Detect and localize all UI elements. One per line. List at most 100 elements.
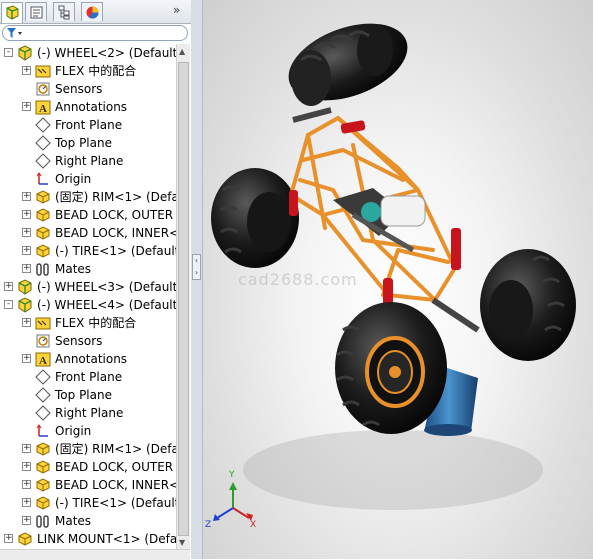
scroll-down-icon[interactable]: ▼ [179,538,185,547]
annotation-icon: A [35,351,51,367]
tree-item[interactable]: - (-) WHEEL<4> (Default< [0,296,176,314]
manager-tabs: » [0,0,191,24]
tree-item[interactable]: + (-) TIRE<1> (Default [0,242,176,260]
part-icon [17,531,33,547]
expand-icon[interactable]: + [22,246,31,255]
tree-item[interactable]: + Mates [0,512,176,530]
collapse-pane-icon[interactable]: ‹ › [192,254,201,280]
scroll-up-icon[interactable]: ▲ [179,47,185,56]
expand-icon[interactable]: + [4,534,13,543]
tree-item[interactable]: + LINK MOUNT<1> (Defa [0,530,176,548]
tree-item-label: Front Plane [55,118,123,132]
part-icon [35,441,51,457]
expand-icon[interactable]: + [22,264,31,273]
origin-icon [35,171,51,187]
expand-icon[interactable]: + [22,480,31,489]
tree-item[interactable]: + FLEX 中的配合 [0,314,176,332]
tree-item[interactable]: Front Plane [0,116,176,134]
mate-folder-icon [35,315,51,331]
tree-item[interactable]: - (-) WHEEL<2> (Default< [0,44,176,62]
part-icon [35,225,51,241]
expand-icon[interactable]: + [22,210,31,219]
tree-item-label: BEAD LOCK, OUTER [55,460,174,474]
tree-item-label: Top Plane [55,388,112,402]
tree-item[interactable]: + (-) WHEEL<3> (Default< [0,278,176,296]
wheel-right[interactable] [480,249,576,361]
tree-item[interactable]: Sensors [0,80,176,98]
tree-item[interactable]: + BEAD LOCK, OUTER [0,206,176,224]
assembly-icon [17,279,33,295]
tree-item[interactable]: Origin [0,170,176,188]
tree-item[interactable]: Origin [0,422,176,440]
tab-property-manager[interactable] [25,2,47,21]
expand-icon[interactable]: + [22,354,31,363]
tab-feature-manager[interactable] [1,2,23,23]
wheel-front[interactable] [335,302,447,434]
tree-horizontal-scrollbar[interactable] [0,549,190,560]
tree-item[interactable]: + (固定) RIM<1> (Defa [0,440,176,458]
expand-icon[interactable]: + [22,66,31,75]
tree-item[interactable]: + BEAD LOCK, OUTER [0,458,176,476]
tree-item-label: Annotations [55,100,128,114]
expand-icon[interactable]: + [22,462,31,471]
scroll-thumb[interactable] [178,62,189,536]
tree-item-label: (-) TIRE<1> (Default [55,496,176,510]
collapse-icon[interactable]: - [4,300,13,309]
tree-item-label: LINK MOUNT<1> (Defa [37,532,176,546]
graphics-area[interactable]: cad2688.com Y X Z [203,0,593,559]
svg-text:A: A [39,355,47,367]
expand-icon[interactable]: + [22,516,31,525]
expand-icon[interactable]: + [22,318,31,327]
tab-configuration-manager[interactable] [53,2,75,21]
tree-item[interactable]: + FLEX 中的配合 [0,62,176,80]
tree-item-label: Sensors [55,334,103,348]
part-icon [35,495,51,511]
assembly-icon [17,45,33,61]
tree-item[interactable]: Sensors [0,332,176,350]
expand-icon[interactable]: + [22,444,31,453]
tree-item-label: Mates [55,262,92,276]
expand-icon[interactable]: + [22,192,31,201]
collapse-icon[interactable]: - [4,48,13,57]
tree-item-label: (-) TIRE<1> (Default [55,244,176,258]
tree-item[interactable]: Top Plane [0,386,176,404]
wheel-left[interactable] [211,168,299,268]
expand-icon[interactable]: + [22,498,31,507]
more-tabs-button[interactable]: » [173,3,180,17]
tree-item[interactable]: + Mates [0,260,176,278]
funnel-icon[interactable] [7,28,23,39]
wheel-top-left[interactable] [278,9,418,115]
assembly-icon [17,297,33,313]
coordinate-triad [213,482,253,521]
tree-item-label: Right Plane [55,406,124,420]
mates-icon [35,513,51,529]
expand-icon[interactable]: + [22,228,31,237]
tree-item-label: Right Plane [55,154,124,168]
tree-item-label: Mates [55,514,92,528]
tab-display-manager[interactable] [81,2,103,21]
tree-item-label: Front Plane [55,370,123,384]
tree-item[interactable]: Right Plane [0,404,176,422]
tree-item[interactable]: Top Plane [0,134,176,152]
plane-icon [35,369,51,385]
tree-item[interactable]: + (固定) RIM<1> (Defa [0,188,176,206]
tree-item[interactable]: + A Annotations [0,98,176,116]
tree-item[interactable]: + BEAD LOCK, INNER< [0,476,176,494]
pane-splitter[interactable]: ‹ › [191,0,203,559]
tree-item[interactable]: + (-) TIRE<1> (Default [0,494,176,512]
part-icon [35,477,51,493]
tree-item[interactable]: Right Plane [0,152,176,170]
tree-item-label: Origin [55,424,92,438]
filter-bar[interactable] [2,25,188,41]
tree-item[interactable]: + BEAD LOCK, INNER< [0,224,176,242]
tree-item[interactable]: Front Plane [0,368,176,386]
tree-item-label: Sensors [55,82,103,96]
tree-item-label: BEAD LOCK, INNER< [55,478,176,492]
tree-vertical-scrollbar[interactable]: ▲ ▼ [176,44,190,549]
tree-item[interactable]: + A Annotations [0,350,176,368]
property-manager-icon [30,6,43,19]
sensor-icon [35,333,51,349]
expand-icon[interactable]: + [22,102,31,111]
tree-item-label: (-) WHEEL<4> (Default< [37,298,176,312]
expand-icon[interactable]: + [4,282,13,291]
